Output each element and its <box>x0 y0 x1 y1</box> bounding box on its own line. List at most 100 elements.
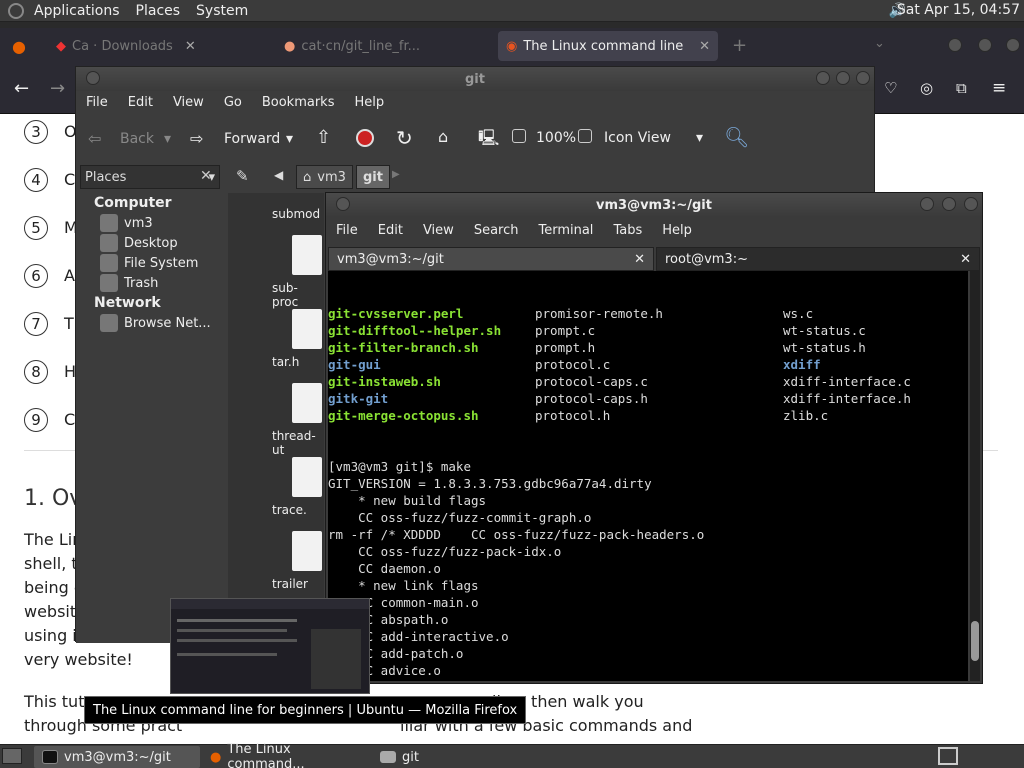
sidebar-item-browse-network[interactable]: Browse Net... <box>76 313 224 333</box>
close-tab-icon[interactable]: ✕ <box>699 39 710 54</box>
close-tab-icon[interactable]: ✕ <box>960 252 971 267</box>
back-arrow-icon[interactable]: ← <box>14 78 29 99</box>
menu-go[interactable]: Go <box>224 95 242 110</box>
list-item-link[interactable]: C <box>64 410 75 429</box>
close-tab-icon[interactable]: ✕ <box>634 252 645 267</box>
window-menu-button[interactable] <box>86 71 100 85</box>
clock[interactable]: Sat Apr 15, 04:57 <box>897 2 1020 18</box>
menu-tabs[interactable]: Tabs <box>613 223 642 238</box>
close-tab-icon[interactable]: ✕ <box>185 39 196 54</box>
scrollbar-thumb[interactable] <box>971 621 979 661</box>
menu-file[interactable]: File <box>86 95 108 110</box>
sidebar-item-file-system[interactable]: File System <box>76 253 224 273</box>
list-item-link[interactable]: A <box>64 266 75 285</box>
workspace-switcher-icon[interactable] <box>938 747 958 765</box>
maximize-button[interactable] <box>978 38 992 52</box>
back-arrow-icon[interactable]: ⇦ <box>88 129 101 148</box>
menu-search[interactable]: Search <box>474 223 519 238</box>
close-button[interactable] <box>1006 38 1020 52</box>
account-icon[interactable]: ◎ <box>920 79 933 97</box>
file-label[interactable]: thread-ut <box>272 429 324 457</box>
list-item-link[interactable]: C <box>64 170 75 189</box>
sidebar-item-desktop[interactable]: Desktop <box>76 233 224 253</box>
forward-dropdown-icon[interactable]: ▾ <box>286 131 293 147</box>
view-mode-dropdown-icon[interactable]: ▾ <box>696 130 703 146</box>
menu-file[interactable]: File <box>336 223 358 238</box>
show-desktop-icon[interactable] <box>2 748 22 764</box>
search-icon[interactable]: 🔍︎ <box>724 125 749 149</box>
menu-help[interactable]: Help <box>354 95 384 110</box>
taskbar-item-terminal[interactable]: vm3@vm3:~/git <box>34 746 200 768</box>
list-item-link[interactable]: T <box>64 314 74 333</box>
window-menu-button[interactable] <box>336 197 350 211</box>
file-icon[interactable] <box>292 457 322 497</box>
window-titlebar[interactable]: vm3@vm3:~/git <box>326 193 982 217</box>
pocket-icon[interactable]: ♡ <box>884 79 897 97</box>
up-arrow-icon[interactable]: ⇧ <box>316 127 331 148</box>
home-icon[interactable]: ⌂ <box>438 127 448 146</box>
file-icon[interactable] <box>292 531 322 571</box>
tab-list-icon[interactable]: ⌄ <box>874 36 885 51</box>
taskbar-item-file-manager[interactable]: git <box>372 746 492 768</box>
path-button-git[interactable]: git <box>356 165 390 189</box>
edit-location-icon[interactable]: ✎ <box>236 167 249 185</box>
firefox-tab[interactable]: ● cat·cn/git_line_fr... <box>276 31 486 61</box>
menu-icon[interactable]: ≡ <box>992 78 1006 98</box>
computer-icon[interactable]: 🖳 <box>478 127 499 154</box>
forward-button[interactable]: Forward <box>224 131 280 147</box>
menu-help[interactable]: Help <box>662 223 692 238</box>
forward-arrow-icon[interactable]: ⇨ <box>190 129 203 148</box>
distro-logo-icon[interactable] <box>8 2 24 19</box>
taskbar-item-firefox[interactable]: ● The Linux command... <box>202 742 370 768</box>
firefox-tab-active[interactable]: ◉ The Linux command line for ✕ <box>498 31 718 61</box>
window-titlebar[interactable]: git <box>76 67 874 91</box>
minimize-button[interactable] <box>816 71 830 85</box>
menu-terminal[interactable]: Terminal <box>538 223 593 238</box>
forward-arrow-icon[interactable]: → <box>50 78 65 99</box>
window-preview-thumbnail[interactable] <box>170 598 370 694</box>
maximize-button[interactable] <box>836 71 850 85</box>
path-left-icon[interactable]: ◀ <box>274 168 283 182</box>
path-button-vm3[interactable]: ⌂ vm3 <box>296 165 353 189</box>
file-label[interactable]: submod <box>272 207 320 221</box>
terminal-tab[interactable]: root@vm3:~ ✕ <box>656 247 980 271</box>
extensions-icon[interactable]: ⧉ <box>956 79 967 97</box>
terminal-scrollbar[interactable] <box>970 271 980 681</box>
menu-bookmarks[interactable]: Bookmarks <box>262 95 335 110</box>
close-sidebar-icon[interactable]: ✕ <box>200 168 212 184</box>
back-button[interactable]: Back <box>120 131 154 147</box>
file-label[interactable]: trailer <box>272 577 308 591</box>
minimize-button[interactable] <box>920 197 934 211</box>
sidebar-item-vm3[interactable]: vm3 <box>76 213 224 233</box>
zoom-in-icon[interactable] <box>578 129 592 143</box>
firefox-icon[interactable]: ● <box>12 37 26 56</box>
places-selector[interactable]: Places ▾ <box>80 165 220 189</box>
file-icon[interactable] <box>292 235 322 275</box>
reload-icon[interactable]: ↻ <box>396 126 413 150</box>
file-icon[interactable] <box>292 309 322 349</box>
new-tab-icon[interactable]: + <box>732 35 747 56</box>
maximize-button[interactable] <box>942 197 956 211</box>
applications-menu[interactable]: Applications <box>34 3 120 19</box>
firefox-tab[interactable]: ◆ Ca · Downloads ✕ <box>48 31 268 61</box>
close-button[interactable] <box>856 71 870 85</box>
places-menu[interactable]: Places <box>136 3 181 19</box>
file-label[interactable]: trace. <box>272 503 307 517</box>
menu-edit[interactable]: Edit <box>378 223 403 238</box>
system-menu[interactable]: System <box>196 3 248 19</box>
file-icon[interactable] <box>292 383 322 423</box>
view-mode-select[interactable]: Icon View <box>604 130 671 146</box>
zoom-out-icon[interactable] <box>512 129 526 143</box>
file-label[interactable]: sub-proc <box>272 281 324 309</box>
menu-edit[interactable]: Edit <box>128 95 153 110</box>
sidebar-item-trash[interactable]: Trash <box>76 273 224 293</box>
menu-view[interactable]: View <box>173 95 204 110</box>
menu-view[interactable]: View <box>423 223 454 238</box>
minimize-button[interactable] <box>948 38 962 52</box>
back-dropdown-icon[interactable]: ▾ <box>164 131 171 147</box>
close-button[interactable] <box>964 197 978 211</box>
stop-icon[interactable] <box>356 129 374 147</box>
file-label[interactable]: tar.h <box>272 355 299 369</box>
terminal-tab-active[interactable]: vm3@vm3:~/git ✕ <box>328 247 654 271</box>
terminal-output[interactable]: git-cvsserver.perl promisor-remote.h ws.c g… <box>328 271 968 681</box>
